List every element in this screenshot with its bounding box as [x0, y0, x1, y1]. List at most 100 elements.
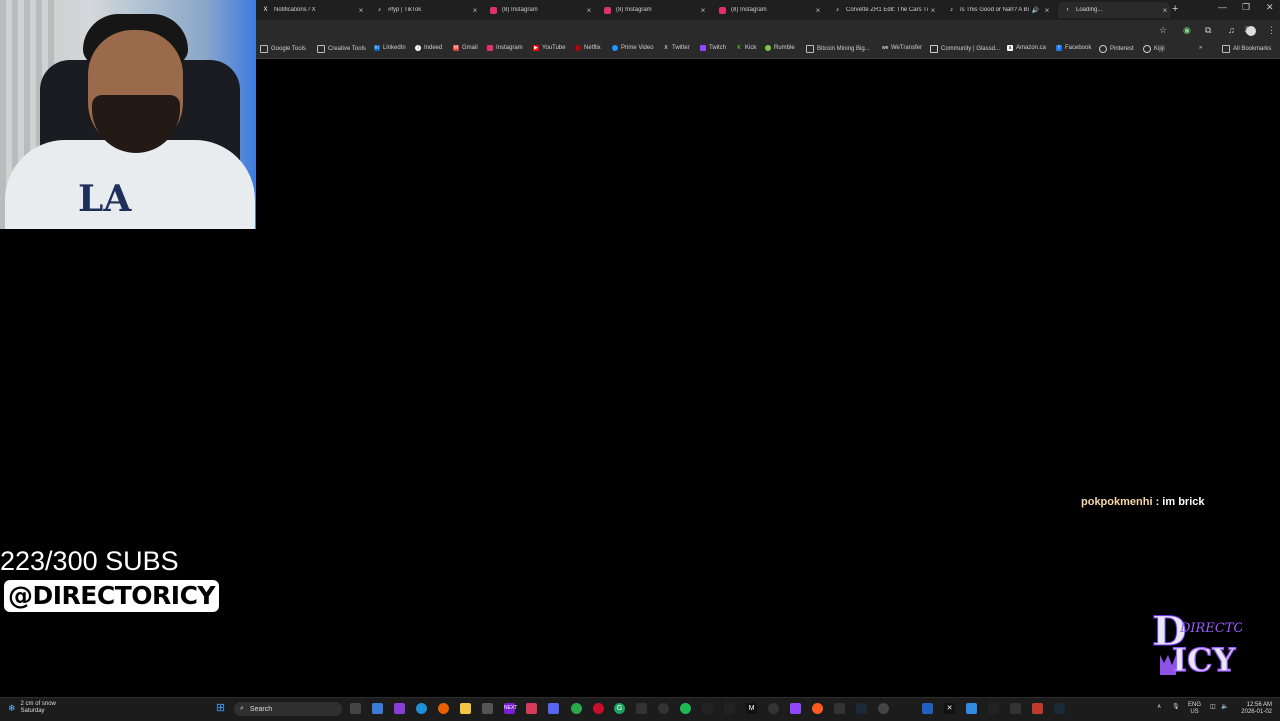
app-icon[interactable] [394, 703, 405, 714]
network-icon[interactable]: ◫ [1210, 704, 1216, 711]
bookmark-twitter[interactable]: X Twitter [663, 45, 689, 51]
new-tab-button[interactable]: + [1172, 3, 1178, 15]
app-icon[interactable] [702, 703, 713, 714]
bookmark-kick[interactable]: K Kick [736, 45, 756, 51]
app-icon[interactable] [812, 703, 823, 714]
steam-icon[interactable] [1054, 703, 1065, 714]
tab-label: Is This Good or Nah? A Bi [960, 7, 1029, 13]
bookmark-youtube[interactable]: ▶ YouTube [533, 45, 566, 51]
bookmark-facebook[interactable]: f Facebook [1056, 45, 1091, 51]
task-view-icon[interactable] [350, 703, 361, 714]
bookmark-creative-tools[interactable]: Creative Tools [317, 45, 366, 53]
bookmark-bitcoin-mining[interactable]: Bitcoin Mining Big... [806, 45, 870, 53]
close-icon[interactable]: × [470, 6, 480, 15]
app-icon[interactable]: NEXT [504, 703, 517, 714]
edge-icon[interactable] [416, 703, 427, 714]
app-icon[interactable] [1032, 703, 1043, 714]
tab-label: (8) Instagram [616, 7, 652, 13]
close-icon[interactable]: × [928, 6, 938, 15]
bookmark-pinterest[interactable]: Pinterest [1099, 45, 1134, 53]
bookmark-amazon[interactable]: a Amazon.ca [1007, 45, 1046, 51]
all-bookmarks-button[interactable]: All Bookmarks [1222, 45, 1271, 53]
window-close-button[interactable]: ✕ [1266, 2, 1274, 13]
close-icon[interactable]: × [1042, 6, 1052, 15]
app-icon[interactable] [966, 703, 977, 714]
app-icon[interactable] [878, 703, 889, 714]
wetransfer-icon: we [882, 45, 889, 51]
app-icon[interactable] [988, 703, 999, 714]
tab-instagram-2[interactable]: (8) Instagram × [598, 2, 708, 18]
tab-instagram-1[interactable]: (8) Instagram × [484, 2, 594, 18]
star-icon[interactable]: ☆ [1159, 25, 1167, 36]
grammarly-icon[interactable]: G [614, 703, 625, 714]
app-icon[interactable] [1010, 703, 1021, 714]
tab-notifications-x[interactable]: X Notifications / X × [256, 2, 366, 18]
amazon-icon: a [1007, 45, 1013, 51]
extensions-puzzle-icon[interactable]: ⧉ [1205, 25, 1211, 36]
app-icon[interactable] [482, 703, 493, 714]
bookmark-kijiji[interactable]: Kijiji [1143, 45, 1165, 53]
bookmark-twitch[interactable]: Twitch [700, 45, 726, 51]
copilot-icon[interactable] [372, 703, 383, 714]
bookmark-wetransfer[interactable]: we WeTransfer [882, 45, 922, 51]
profile-avatar[interactable] [1246, 26, 1256, 36]
app-icon[interactable] [526, 703, 537, 714]
chrome-icon[interactable] [571, 703, 582, 714]
bookmark-label: YouTube [542, 45, 566, 51]
app-icon[interactable] [922, 703, 933, 714]
extension-icon[interactable]: ◉ [1183, 25, 1191, 36]
tab-tiktok[interactable]: ♪ #fyp | TikTok × [370, 2, 480, 18]
tab-instagram-3[interactable]: (8) Instagram × [713, 2, 823, 18]
menu-kebab-icon[interactable]: ⋮ [1267, 25, 1276, 36]
close-icon[interactable]: × [698, 6, 708, 15]
maximize-button[interactable]: ❐ [1242, 2, 1250, 13]
bookmark-instagram[interactable]: Instagram [487, 45, 523, 51]
tab-label: Corvette ZR1 Edit: The Cars Ti [846, 7, 928, 13]
logo-text-top: DIRECTOR [1179, 621, 1242, 636]
language-indicator[interactable]: ENG US [1188, 702, 1201, 716]
tray-overflow-chevron-icon[interactable]: ∧ [1157, 704, 1161, 711]
app-icon[interactable] [724, 703, 735, 714]
app-icon[interactable] [636, 703, 647, 714]
microphone-icon[interactable]: 🎙 [1172, 704, 1180, 711]
firefox-icon[interactable] [438, 703, 449, 714]
language-code: ENG [1188, 702, 1202, 708]
tab-corvette-tiktok[interactable]: ♪ Corvette ZR1 Edit: The Cars Ti × [828, 2, 938, 18]
bookmark-indeed[interactable]: i Indeed [415, 45, 442, 51]
bookmark-netflix[interactable]: Netflix [575, 45, 601, 51]
app-icon[interactable] [834, 703, 845, 714]
bookmark-rumble[interactable]: Rumble [765, 45, 795, 51]
bookmarks-overflow-chevron-icon[interactable]: » [1199, 45, 1202, 51]
app-icon[interactable]: ✕ [944, 703, 955, 714]
folder-icon [317, 45, 325, 53]
volume-icon[interactable]: 🔈 [1221, 704, 1228, 711]
windows-start-icon[interactable]: ⊞ [215, 703, 226, 714]
audio-icon[interactable]: 🔊 [1032, 7, 1039, 14]
taskbar-search[interactable]: ⌕ Search [234, 702, 342, 716]
app-icon[interactable]: M [746, 703, 757, 714]
media-icon[interactable]: ♫ [1228, 25, 1235, 35]
opera-icon[interactable] [593, 703, 604, 714]
tab-is-this-good-tiktok[interactable]: ♪ Is This Good or Nah? A Bi 🔊 × [942, 2, 1052, 18]
weather-widget[interactable]: ❄ 2 cm of snow Saturday [8, 701, 56, 715]
file-explorer-icon[interactable] [460, 703, 471, 714]
bookmark-linkedin[interactable]: in LinkedIn [374, 45, 406, 51]
clock[interactable]: 12:56 AM 2026-01-02 [1236, 702, 1272, 716]
discord-icon[interactable] [548, 703, 559, 714]
steam-icon[interactable] [856, 703, 867, 714]
bookmark-google-tools[interactable]: Google Tools [260, 45, 306, 53]
app-icon[interactable] [658, 703, 669, 714]
rumble-icon [765, 45, 771, 51]
close-icon[interactable]: × [813, 6, 823, 15]
bookmark-glassdoor[interactable]: Community | Glassd... [930, 45, 1000, 53]
close-icon[interactable]: × [584, 6, 594, 15]
close-icon[interactable]: × [1160, 6, 1170, 15]
close-icon[interactable]: × [356, 6, 366, 15]
twitch-icon[interactable] [790, 703, 801, 714]
spotify-icon[interactable] [680, 703, 691, 714]
bookmark-prime-video[interactable]: Prime Video [612, 45, 654, 51]
minimize-button[interactable]: — [1218, 2, 1227, 12]
tab-loading[interactable]: › Loading... × [1058, 2, 1170, 18]
app-icon[interactable] [768, 703, 779, 714]
bookmark-gmail[interactable]: M Gmail [453, 45, 478, 51]
